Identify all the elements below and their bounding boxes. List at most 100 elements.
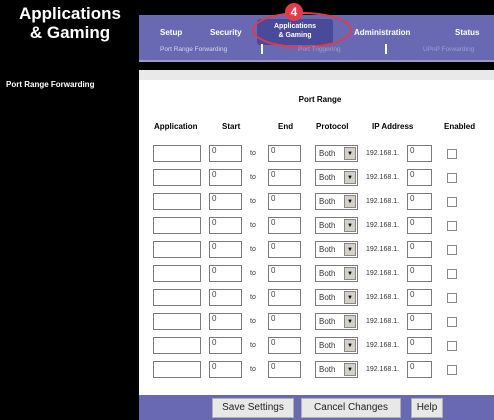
enabled-checkbox[interactable]: [447, 173, 457, 183]
end-port-input[interactable]: 0: [268, 337, 301, 354]
ip-prefix: 192.168.1.: [366, 270, 400, 277]
enabled-checkbox[interactable]: [447, 221, 457, 231]
ip-address-input[interactable]: 0: [407, 265, 432, 282]
protocol-value: Both: [319, 269, 336, 278]
enabled-checkbox[interactable]: [447, 341, 457, 351]
enabled-checkbox[interactable]: [447, 365, 457, 375]
ip-address-input[interactable]: 0: [407, 217, 432, 234]
table-row: 0 to 0 Both ▼ 192.168.1. 0: [0, 193, 494, 213]
section-title-line-2: & Gaming: [29, 23, 111, 42]
tab-status[interactable]: Status: [455, 28, 479, 37]
cancel-changes-button[interactable]: Cancel Changes: [301, 398, 401, 418]
application-input[interactable]: [153, 337, 201, 354]
ip-address-input[interactable]: 0: [407, 169, 432, 186]
ip-address-input[interactable]: 0: [407, 193, 432, 210]
start-port-input[interactable]: 0: [209, 289, 242, 306]
protocol-select[interactable]: Both ▼: [315, 193, 358, 210]
application-input[interactable]: [153, 145, 201, 162]
application-input[interactable]: [153, 289, 201, 306]
protocol-select[interactable]: Both ▼: [315, 361, 358, 378]
end-port-input[interactable]: 0: [268, 265, 301, 282]
tab-administration[interactable]: Administration: [354, 28, 410, 37]
end-port-input[interactable]: 0: [268, 193, 301, 210]
protocol-select[interactable]: Both ▼: [315, 313, 358, 330]
subtab-port-triggering[interactable]: Port Triggering: [298, 46, 341, 53]
ip-address-input[interactable]: 0: [407, 145, 432, 162]
protocol-select[interactable]: Both ▼: [315, 265, 358, 282]
start-port-input[interactable]: 0: [209, 169, 242, 186]
table-row: 0 to 0 Both ▼ 192.168.1. 0: [0, 337, 494, 357]
end-port-input[interactable]: 0: [268, 169, 301, 186]
application-input[interactable]: [153, 313, 201, 330]
to-label: to: [250, 294, 256, 301]
to-label: to: [250, 174, 256, 181]
start-port-input[interactable]: 0: [209, 313, 242, 330]
table-row: 0 to 0 Both ▼ 192.168.1. 0: [0, 169, 494, 189]
protocol-value: Both: [319, 197, 336, 206]
tab-security[interactable]: Security: [210, 28, 242, 37]
start-port-input[interactable]: 0: [209, 361, 242, 378]
column-header-protocol: Protocol: [316, 122, 349, 131]
ip-address-input[interactable]: 0: [407, 337, 432, 354]
column-header-start: Start: [222, 122, 241, 131]
enabled-checkbox[interactable]: [447, 149, 457, 159]
to-label: to: [250, 270, 256, 277]
left-heading: Port Range Forwarding: [6, 80, 95, 89]
ip-address-input[interactable]: 0: [407, 313, 432, 330]
application-input[interactable]: [153, 265, 201, 282]
ip-prefix: 192.168.1.: [366, 366, 400, 373]
application-input[interactable]: [153, 241, 201, 258]
content-top-band: [139, 70, 494, 80]
enabled-checkbox[interactable]: [447, 197, 457, 207]
save-settings-button[interactable]: Save Settings: [212, 398, 294, 418]
to-label: to: [250, 198, 256, 205]
enabled-checkbox[interactable]: [447, 293, 457, 303]
protocol-value: Both: [319, 173, 336, 182]
subtab-port-range-forwarding[interactable]: Port Range Forwarding: [160, 46, 227, 53]
protocol-select[interactable]: Both ▼: [315, 169, 358, 186]
start-port-input[interactable]: 0: [209, 241, 242, 258]
tab-setup[interactable]: Setup: [160, 28, 182, 37]
chevron-down-icon: ▼: [344, 147, 356, 160]
protocol-value: Both: [319, 149, 336, 158]
start-port-input[interactable]: 0: [209, 337, 242, 354]
subtab-upnp-forwarding[interactable]: UPnP Forwarding: [423, 46, 474, 53]
protocol-select[interactable]: Both ▼: [315, 217, 358, 234]
enabled-checkbox[interactable]: [447, 269, 457, 279]
application-input[interactable]: [153, 361, 201, 378]
ip-address-input[interactable]: 0: [407, 289, 432, 306]
ip-prefix: 192.168.1.: [366, 174, 400, 181]
help-button[interactable]: Help: [411, 398, 443, 418]
to-label: to: [250, 366, 256, 373]
protocol-select[interactable]: Both ▼: [315, 241, 358, 258]
end-port-input[interactable]: 0: [268, 145, 301, 162]
section-title-line-1: Applications: [18, 4, 121, 23]
table-row: 0 to 0 Both ▼ 192.168.1. 0: [0, 241, 494, 261]
column-header-end: End: [278, 122, 294, 131]
start-port-input[interactable]: 0: [209, 145, 242, 162]
protocol-value: Both: [319, 221, 336, 230]
protocol-select[interactable]: Both ▼: [315, 337, 358, 354]
chevron-down-icon: ▼: [344, 243, 356, 256]
enabled-checkbox[interactable]: [447, 245, 457, 255]
application-input[interactable]: [153, 217, 201, 234]
ip-address-input[interactable]: 0: [407, 361, 432, 378]
end-port-input[interactable]: 0: [268, 217, 301, 234]
to-label: to: [250, 150, 256, 157]
enabled-checkbox[interactable]: [447, 317, 457, 327]
end-port-input[interactable]: 0: [268, 289, 301, 306]
application-input[interactable]: [153, 193, 201, 210]
protocol-select[interactable]: Both ▼: [315, 289, 358, 306]
end-port-input[interactable]: 0: [268, 361, 301, 378]
protocol-select[interactable]: Both ▼: [315, 145, 358, 162]
to-label: to: [250, 246, 256, 253]
start-port-input[interactable]: 0: [209, 217, 242, 234]
ip-prefix: 192.168.1.: [366, 150, 400, 157]
end-port-input[interactable]: 0: [268, 241, 301, 258]
application-input[interactable]: [153, 169, 201, 186]
chevron-down-icon: ▼: [344, 171, 356, 184]
ip-address-input[interactable]: 0: [407, 241, 432, 258]
end-port-input[interactable]: 0: [268, 313, 301, 330]
start-port-input[interactable]: 0: [209, 265, 242, 282]
start-port-input[interactable]: 0: [209, 193, 242, 210]
